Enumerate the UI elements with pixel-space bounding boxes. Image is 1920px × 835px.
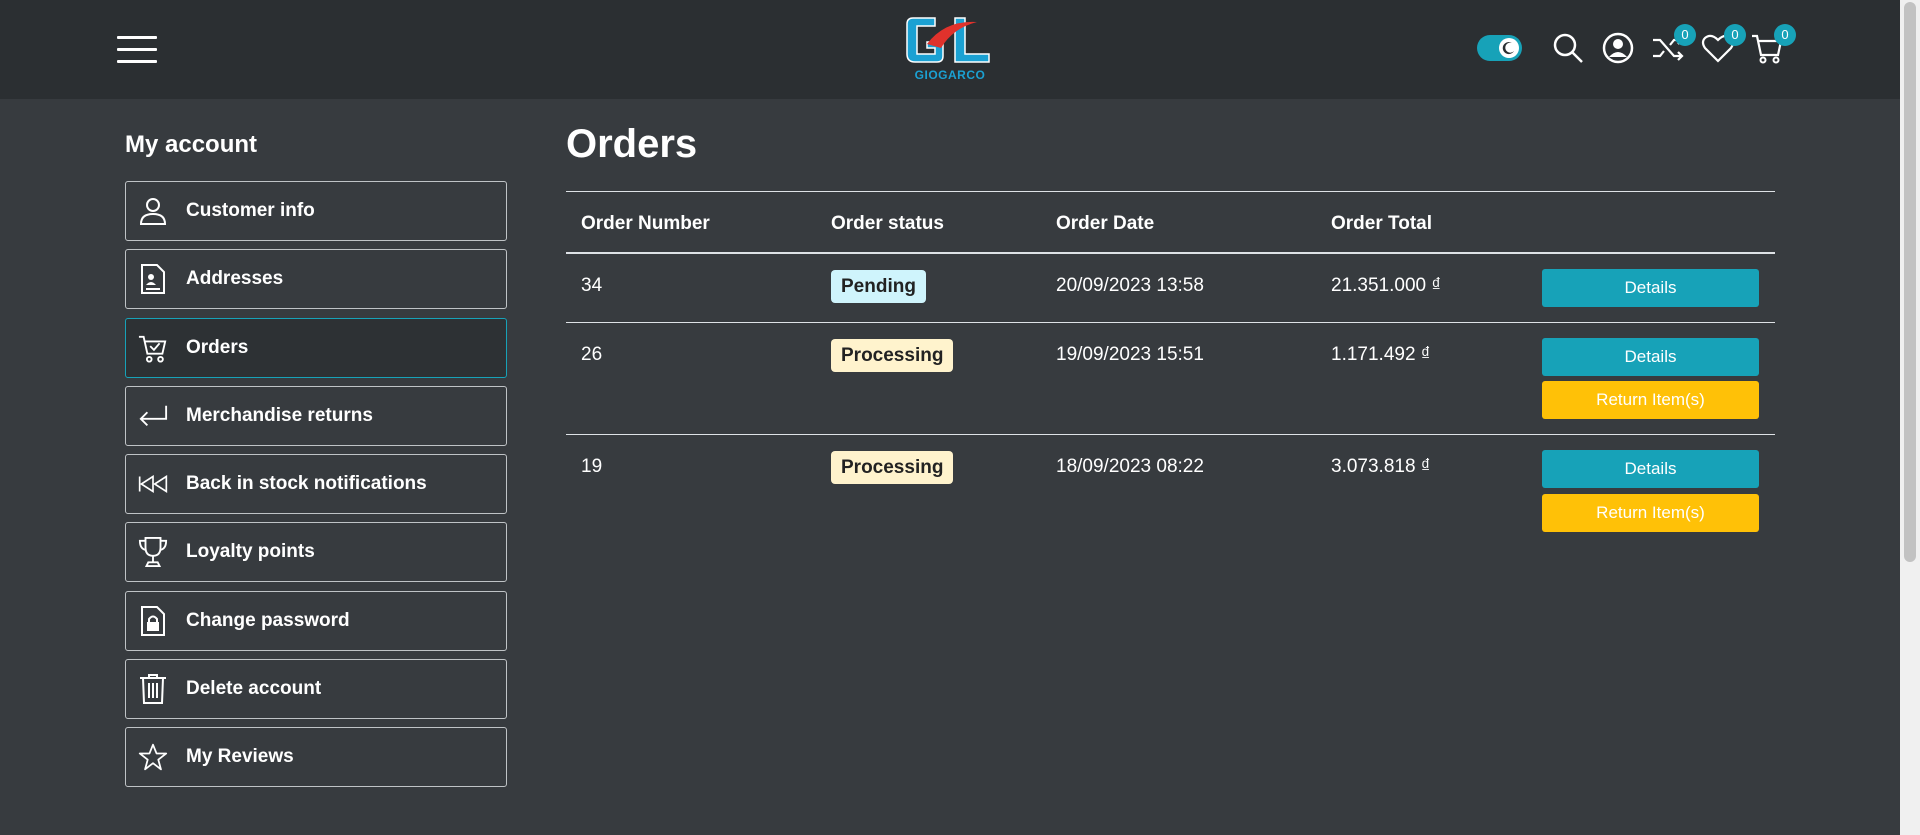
column-header-order-status: Order status — [831, 213, 944, 234]
sidebar-item-orders[interactable]: Orders — [125, 318, 507, 378]
order-total: 21.351.000 ₫ — [1331, 275, 1442, 296]
order-total: 3.073.818 ₫ — [1331, 456, 1431, 477]
menu-icon[interactable] — [117, 36, 157, 64]
sidebar-item-delete-account[interactable]: Delete account — [125, 659, 507, 719]
return-items-button[interactable]: Return Item(s) — [1542, 494, 1759, 532]
compare-icon[interactable]: 0 — [1650, 24, 1696, 66]
details-button[interactable]: Details — [1542, 269, 1759, 307]
sidebar-item-loyalty-points[interactable]: Loyalty points — [125, 522, 507, 582]
status-badge: Pending — [831, 270, 926, 303]
column-header-order-total: Order Total — [1331, 213, 1432, 234]
sidebar-item-label: Back in stock notifications — [186, 473, 427, 494]
dark-mode-toggle[interactable] — [1477, 35, 1522, 61]
details-button[interactable]: Details — [1542, 338, 1759, 376]
trophy-icon — [138, 537, 168, 567]
star-icon — [138, 742, 168, 772]
sidebar-item-label: Addresses — [186, 268, 284, 289]
sidebar-item-label: Customer info — [186, 200, 315, 221]
return-arrow-icon — [138, 401, 168, 431]
return-items-button[interactable]: Return Item(s) — [1542, 381, 1759, 419]
status-badge: Processing — [831, 451, 954, 484]
order-number: 19 — [581, 456, 603, 477]
sidebar-item-label: Change password — [186, 610, 350, 631]
trash-icon — [138, 674, 168, 704]
wishlist-icon[interactable]: 0 — [1700, 24, 1746, 66]
sidebar-item-label: My Reviews — [186, 746, 294, 767]
cart-check-icon — [138, 333, 168, 363]
sidebar-item-change-password[interactable]: Change password — [125, 591, 507, 651]
page-scrollbar[interactable] — [1900, 0, 1920, 835]
logo-icon — [906, 17, 990, 63]
cart-count-badge: 0 — [1774, 24, 1796, 46]
column-header-order-date: Order Date — [1056, 213, 1155, 234]
order-date: 19/09/2023 15:51 — [1056, 344, 1204, 365]
account-icon[interactable] — [1600, 30, 1636, 66]
sidebar-item-my-reviews[interactable]: My Reviews — [125, 727, 507, 787]
order-date: 20/09/2023 13:58 — [1056, 275, 1204, 296]
order-total: 1.171.492 ₫ — [1331, 344, 1431, 365]
column-header-order-number: Order Number — [581, 213, 710, 234]
site-header: GIOGARCO 0 0 0 — [0, 0, 1900, 99]
sidebar-item-back-in-stock[interactable]: Back in stock notifications — [125, 454, 507, 514]
logo-text: GIOGARCO — [914, 68, 986, 82]
status-badge: Processing — [831, 339, 954, 372]
compare-count-badge: 0 — [1674, 24, 1696, 46]
sidebar-item-label: Loyalty points — [186, 541, 315, 562]
page-title: Orders — [566, 122, 698, 166]
cart-icon[interactable]: 0 — [1750, 24, 1796, 66]
order-date: 18/09/2023 08:22 — [1056, 456, 1204, 477]
order-number: 34 — [581, 275, 603, 296]
sidebar-item-label: Orders — [186, 337, 249, 358]
search-icon[interactable] — [1550, 30, 1586, 66]
sidebar-item-label: Delete account — [186, 678, 322, 699]
sidebar-item-label: Merchandise returns — [186, 405, 373, 426]
table-divider — [566, 252, 1775, 254]
scrollbar-thumb[interactable] — [1904, 2, 1916, 562]
site-logo[interactable]: GIOGARCO — [905, 14, 995, 86]
lock-document-icon — [138, 606, 168, 636]
user-icon — [138, 196, 168, 226]
rewind-icon — [138, 469, 168, 499]
sidebar-item-addresses[interactable]: Addresses — [125, 249, 507, 309]
sidebar-title: My account — [125, 131, 258, 158]
sidebar-item-merchandise-returns[interactable]: Merchandise returns — [125, 386, 507, 446]
address-document-icon — [138, 264, 168, 294]
order-number: 26 — [581, 344, 603, 365]
wishlist-count-badge: 0 — [1724, 24, 1746, 46]
sidebar-item-customer-info[interactable]: Customer info — [125, 181, 507, 241]
moon-icon — [1499, 38, 1519, 58]
details-button[interactable]: Details — [1542, 450, 1759, 488]
table-divider — [566, 434, 1775, 435]
table-divider — [566, 191, 1775, 192]
table-divider — [566, 322, 1775, 323]
